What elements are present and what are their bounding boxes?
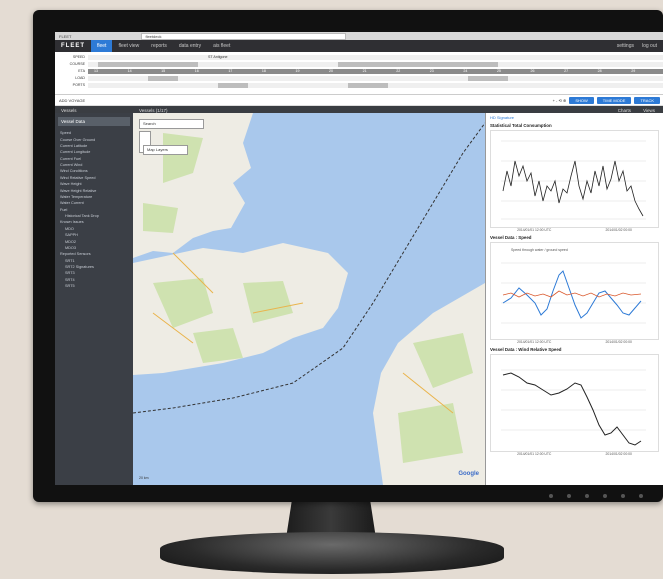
timeline-tick: 27 [564,68,569,73]
timeline-tick: 28 [597,68,602,73]
timeline-tick: 15 [161,68,166,73]
timeline-tick: 16 [194,68,199,73]
timeline-row: COURSE [55,61,663,67]
map-brand-logo: Google [458,471,479,477]
timeline-tick: 19 [295,68,300,73]
add-voyage-button[interactable]: ADD VOYAGE [55,98,85,103]
browser-tab[interactable]: FLEET [59,34,71,39]
timeline-row: PORTS [55,82,663,88]
monitor-button[interactable] [567,494,571,498]
timeline-tick: 29 [631,68,636,73]
chart-title: Statistical Total Consumption [490,123,552,128]
nav-item-ais-fleet[interactable]: ais fleet [207,40,236,52]
chart-x-axis: 2014/01/01 12:00 UTC 2014/01/02 00:00 [517,340,632,344]
timeline-tick: 26 [530,68,535,73]
timeline-tick: 21 [362,68,367,73]
timeline-tick: 14 [127,68,132,73]
monitor-button[interactable] [603,494,607,498]
timeline-row-label: LOAD [75,76,85,80]
voyage-timeline[interactable]: SPEED ST Antigone COURSE ETA 13 14 15 16 17 1… [55,52,663,95]
monitor-button[interactable] [639,494,643,498]
timeline-tick: 18 [261,68,266,73]
monitor-button[interactable] [549,494,553,498]
app-nav: FLEET fleet fleet view reports data entr… [55,40,663,52]
monitor-buttons [549,494,643,498]
screen: FLEET fleetdeck FLEET fleet fleet view r… [55,32,663,485]
map-layers-button[interactable]: Map Layers [143,145,188,155]
timeline-ticks: 131415161718192021222324252627282930 [88,69,663,73]
chart-title: Vessel Data : Speed [490,235,532,240]
show-button[interactable]: SHOW [569,96,594,104]
monitor-button[interactable] [585,494,589,498]
charts-panel-header: HD Signature [490,115,515,120]
sidebar: Vessel Data Speed Course Over Ground Curre… [55,113,133,485]
timeline-tick: 24 [463,68,468,73]
voyage-label[interactable]: ST Antigone [208,55,228,59]
timeline-row: ETA 131415161718192021222324252627282930 [55,68,663,74]
chart-area[interactable]: Speed through water / ground speed [490,242,659,340]
timeline-row: SPEED ST Antigone [55,54,663,60]
sidebar-item[interactable]: SRT5 [55,283,133,289]
map-search-input[interactable]: Search [139,119,204,129]
timeline-tick: 23 [429,68,434,73]
chart-title: Vessel Data : Wind Relative Speed [490,347,562,352]
timeline-tick: 22 [396,68,401,73]
timeline-tick: 25 [496,68,501,73]
sidebar-list: Speed Course Over Ground Current Latitude C… [55,130,133,289]
url-bar[interactable]: fleetdeck [141,32,347,40]
time-mode-button[interactable]: TIME MODE [596,96,632,104]
map-view[interactable]: Search Map Layers Google 20 km [133,113,485,485]
chart-wind-relative-speed: Vessel Data : Wind Relative Speed 2014/0… [490,347,659,456]
timeline-tick: 13 [94,68,98,73]
settings-link[interactable]: settings [617,43,634,49]
track-button[interactable]: TRACK [634,96,660,104]
chart-consumption: Statistical Total Consumption 2014/01/01… [490,123,659,232]
timeline-row: LOAD [55,75,663,81]
monitor-stand-base [160,532,504,574]
zoom-controls[interactable]: + - ⟲ ⊕ [553,98,567,103]
chart-x-axis: 2014/01/01 12:00 UTC 2014/01/02 00:00 [517,452,632,456]
charts-panel: HD Signature Statistical Total Consumpti… [485,113,663,485]
timeline-row-label: PORTS [72,83,85,87]
nav-item-reports[interactable]: reports [145,40,173,52]
logout-link[interactable]: log out [642,43,657,49]
chart-x-axis: 2014/01/01 12:00 UTC 2014/01/02 00:00 [517,228,632,232]
timeline-tick: 17 [228,68,233,73]
svg-text:Speed through water / ground s: Speed through water / ground speed [511,248,568,252]
timeline-row-label: ETA [78,69,85,73]
monitor-button[interactable] [621,494,625,498]
map-toolbar: ADD VOYAGE + - ⟲ ⊕ SHOW TIME MODE TRACK [55,95,663,106]
main-area: Vessel Data Speed Course Over Ground Curre… [55,113,663,485]
map-scale: 20 km [139,476,149,480]
sidebar-selected-item[interactable]: Vessel Data [58,117,130,126]
chart-speed: Vessel Data : Speed Speed through water … [490,235,659,344]
nav-item-fleet[interactable]: fleet [91,40,113,52]
app-logo[interactable]: FLEET [55,43,91,49]
nav-item-fleet-view[interactable]: fleet view [112,40,145,52]
browser-toolbar: FLEET fleetdeck [55,32,663,40]
nav-item-data-entry[interactable]: data entry [173,40,207,52]
timeline-tick: 20 [329,68,334,73]
timeline-row-label: COURSE [69,62,85,66]
timeline-row-label: SPEED [72,55,85,59]
chart-area[interactable] [490,354,659,452]
chart-area[interactable] [490,130,659,228]
map-canvas[interactable] [133,113,485,485]
